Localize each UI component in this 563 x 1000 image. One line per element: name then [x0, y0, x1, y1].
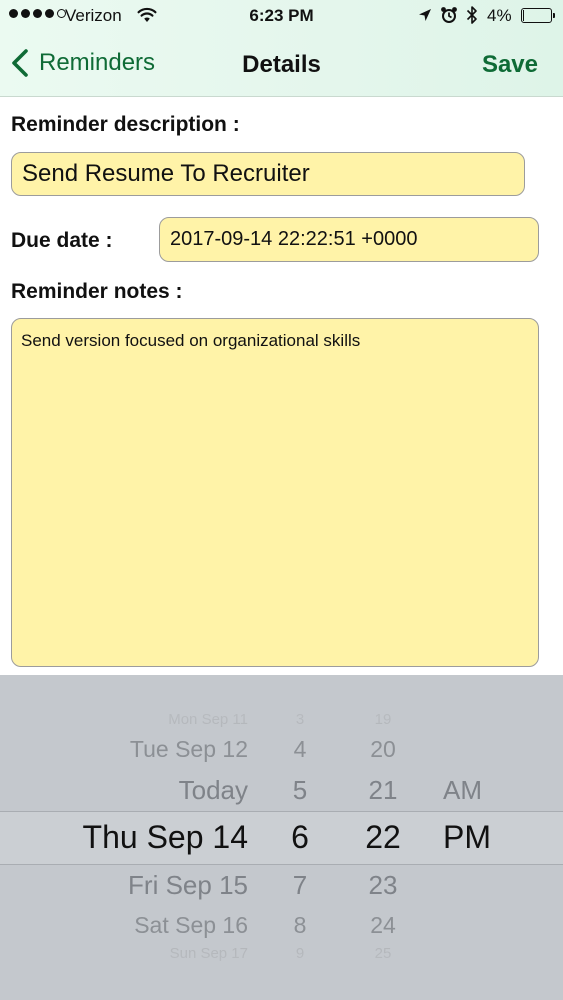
picker-date-option[interactable]: Sun Sep 17 [170, 945, 248, 962]
picker-date-option[interactable]: Sat Sep 16 [134, 912, 248, 939]
battery-level [523, 10, 524, 21]
alarm-clock-icon [441, 7, 457, 23]
picker-minute-selected[interactable]: 22 [365, 819, 401, 856]
description-label: Reminder description : [11, 113, 240, 136]
picker-minute-option[interactable]: 25 [375, 945, 392, 962]
picker-minute-option[interactable]: 21 [369, 775, 398, 806]
status-bar: Verizon 6:23 PM 4% [0, 0, 563, 34]
picker-date-option[interactable]: Tue Sep 12 [130, 736, 248, 763]
notes-label: Reminder notes : [11, 280, 183, 303]
picker-hour-column[interactable]: 3 4 5 6 7 8 9 [270, 675, 330, 1000]
page-title: Details [242, 51, 321, 78]
bluetooth-icon [466, 6, 477, 24]
notes-textarea[interactable]: Send version focused on organizational s… [11, 318, 539, 667]
picker-minute-option[interactable]: 23 [369, 870, 398, 901]
picker-hour-option[interactable]: 7 [293, 870, 307, 901]
reminder-form: Reminder description : Send Resume To Re… [0, 97, 563, 675]
picker-period-selected[interactable]: PM [443, 819, 491, 856]
picker-date-option[interactable]: Fri Sep 15 [128, 870, 248, 901]
top-bar: Verizon 6:23 PM 4% Reminders Details Sav… [0, 0, 563, 97]
picker-hour-option[interactable]: 4 [294, 736, 307, 763]
location-arrow-icon [419, 9, 431, 21]
description-value: Send Resume To Recruiter [22, 160, 310, 187]
picker-date-selected[interactable]: Thu Sep 14 [83, 819, 248, 856]
save-button[interactable]: Save [482, 51, 538, 79]
navigation-bar: Reminders Details Save [0, 34, 563, 96]
notes-value: Send version focused on organizational s… [21, 331, 361, 350]
picker-hour-option[interactable]: 5 [293, 775, 307, 806]
picker-hour-option[interactable]: 8 [294, 912, 307, 939]
battery-icon [521, 8, 555, 23]
picker-date-option[interactable]: Mon Sep 11 [168, 711, 248, 728]
status-time: 6:23 PM [249, 6, 314, 25]
picker-period-column[interactable]: AM PM [443, 675, 553, 1000]
picker-period-option[interactable]: AM [443, 775, 482, 806]
reminder-details-screen: Verizon 6:23 PM 4% Reminders Details Sav… [0, 0, 563, 1000]
picker-hour-selected[interactable]: 6 [291, 819, 309, 856]
due-date-label: Due date : [11, 229, 113, 252]
picker-minute-column[interactable]: 19 20 21 22 23 24 25 [345, 675, 421, 1000]
picker-minute-option[interactable]: 20 [370, 736, 396, 763]
due-date-value: 2017-09-14 22:22:51 +0000 [170, 228, 418, 250]
date-time-picker[interactable]: Mon Sep 11 Tue Sep 12 Today Thu Sep 14 F… [0, 675, 563, 1000]
picker-hour-option[interactable]: 9 [296, 945, 304, 962]
picker-minute-option[interactable]: 19 [375, 711, 392, 728]
picker-date-column[interactable]: Mon Sep 11 Tue Sep 12 Today Thu Sep 14 F… [0, 675, 248, 1000]
due-date-field[interactable]: 2017-09-14 22:22:51 +0000 [159, 217, 539, 262]
picker-hour-option[interactable]: 3 [296, 711, 304, 728]
picker-minute-option[interactable]: 24 [370, 912, 396, 939]
description-field[interactable]: Send Resume To Recruiter [11, 152, 525, 196]
battery-percent: 4% [487, 6, 512, 25]
picker-date-option[interactable]: Today [179, 775, 248, 806]
